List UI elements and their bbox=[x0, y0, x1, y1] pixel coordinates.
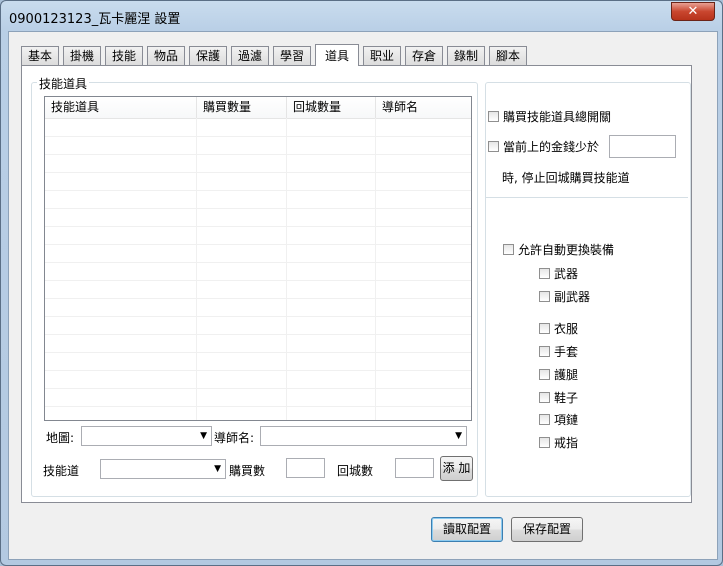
skill-item-label: 技能道 bbox=[43, 464, 80, 478]
mentor-label: 導師名: bbox=[214, 431, 255, 445]
equip-shoes-checkbox[interactable]: 鞋子 bbox=[539, 389, 578, 406]
grid-line bbox=[45, 154, 471, 155]
checkbox-box bbox=[539, 346, 550, 357]
grid-line bbox=[45, 316, 471, 317]
equip-ring-checkbox[interactable]: 戒指 bbox=[539, 434, 578, 451]
equip-clothes-checkbox[interactable]: 衣服 bbox=[539, 320, 578, 337]
read-config-button[interactable]: 讀取配置 bbox=[431, 517, 503, 542]
grid-line bbox=[45, 190, 471, 191]
map-select[interactable]: ▼ bbox=[81, 426, 212, 446]
tab-tools[interactable]: 道具 bbox=[315, 44, 359, 66]
master-switch-label: 購買技能道具總開關 bbox=[503, 110, 612, 124]
tab-record[interactable]: 錄制 bbox=[447, 46, 485, 65]
grid-line bbox=[45, 136, 471, 137]
checkbox-box bbox=[539, 291, 550, 302]
column-header-mentor[interactable]: 導師名 bbox=[376, 97, 471, 118]
grid-line bbox=[45, 370, 471, 371]
client-area: 基本 掛機 技能 物品 保護 過濾 學習 道具 职业 存倉 錄制 腳本 技能道具… bbox=[8, 31, 718, 560]
equip-necklace-label: 項鏈 bbox=[554, 413, 579, 427]
equip-leggings-checkbox[interactable]: 護腿 bbox=[539, 366, 578, 383]
return-count-input[interactable] bbox=[395, 458, 434, 478]
buy-count-label: 購買數 bbox=[229, 464, 266, 478]
add-button[interactable]: 添 加 bbox=[440, 456, 473, 481]
tab-items[interactable]: 物品 bbox=[147, 46, 185, 65]
equip-offhand-label: 副武器 bbox=[554, 290, 591, 304]
auto-equip-label: 允許自動更換裝備 bbox=[518, 243, 615, 257]
grid-line bbox=[45, 406, 471, 407]
tab-panel-tools: 技能道具 技能道具 購買數量 回城數量 導師名 地圖: ▼ 導師名: ▼ 技能道… bbox=[21, 65, 692, 503]
equip-gloves-checkbox[interactable]: 手套 bbox=[539, 343, 578, 360]
money-check-label: 當前上的金錢少於 bbox=[503, 140, 600, 154]
equip-weapon-checkbox[interactable]: 武器 bbox=[539, 265, 578, 282]
equip-weapon-label: 武器 bbox=[554, 267, 579, 281]
window-title: 0900123123_瓦卡麗涅 設置 bbox=[9, 12, 181, 27]
grid-line bbox=[45, 172, 471, 173]
grid-line bbox=[375, 118, 376, 420]
checkbox-box bbox=[539, 414, 550, 425]
auto-equip-checkbox[interactable]: 允許自動更換裝備 bbox=[503, 241, 614, 258]
close-icon: ✕ bbox=[687, 4, 699, 19]
money-check-checkbox[interactable]: 當前上的金錢少於 bbox=[488, 138, 599, 155]
column-header-buy-count[interactable]: 購買數量 bbox=[197, 97, 287, 118]
equip-ring-label: 戒指 bbox=[554, 436, 579, 450]
equip-offhand-checkbox[interactable]: 副武器 bbox=[539, 288, 590, 305]
tab-learning[interactable]: 學習 bbox=[273, 46, 311, 65]
checkbox-box bbox=[539, 437, 550, 448]
checkbox-box bbox=[539, 392, 550, 403]
tab-storage[interactable]: 存倉 bbox=[405, 46, 443, 65]
chevron-down-icon: ▼ bbox=[214, 464, 221, 474]
checkbox-box bbox=[503, 244, 514, 255]
tab-protection[interactable]: 保護 bbox=[189, 46, 227, 65]
equip-gloves-label: 手套 bbox=[554, 345, 579, 359]
map-label: 地圖: bbox=[46, 431, 75, 445]
skill-items-group-title: 技能道具 bbox=[37, 75, 90, 92]
checkbox-box bbox=[539, 323, 550, 334]
tab-skills[interactable]: 技能 bbox=[105, 46, 143, 65]
grid-line bbox=[45, 298, 471, 299]
equip-clothes-label: 衣服 bbox=[554, 322, 579, 336]
grid-line bbox=[45, 226, 471, 227]
checkbox-box bbox=[539, 268, 550, 279]
grid-line bbox=[45, 334, 471, 335]
close-button[interactable]: ✕ bbox=[671, 2, 715, 21]
grid-line bbox=[45, 280, 471, 281]
tab-idle[interactable]: 掛機 bbox=[63, 46, 101, 65]
list-header: 技能道具 購買數量 回城數量 導師名 bbox=[45, 97, 471, 119]
buy-count-input[interactable] bbox=[286, 458, 325, 478]
divider bbox=[486, 197, 688, 198]
grid-line bbox=[45, 352, 471, 353]
grid-line bbox=[45, 388, 471, 389]
settings-window: 0900123123_瓦卡麗涅 設置 ✕ 基本 掛機 技能 物品 保護 過濾 學… bbox=[0, 0, 723, 566]
grid-line bbox=[286, 118, 287, 420]
money-threshold-input[interactable] bbox=[609, 135, 676, 158]
title-bar[interactable]: 0900123123_瓦卡麗涅 設置 ✕ bbox=[1, 1, 722, 31]
master-switch-checkbox[interactable]: 購買技能道具總開關 bbox=[488, 108, 611, 125]
tab-script[interactable]: 腳本 bbox=[489, 46, 527, 65]
skill-item-select[interactable]: ▼ bbox=[100, 459, 226, 479]
tab-profession[interactable]: 职业 bbox=[363, 46, 401, 65]
checkbox-box bbox=[539, 369, 550, 380]
tab-basic[interactable]: 基本 bbox=[21, 46, 59, 65]
tab-filter[interactable]: 過濾 bbox=[231, 46, 269, 65]
skill-items-list[interactable]: 技能道具 購買數量 回城數量 導師名 bbox=[44, 96, 472, 421]
grid-line bbox=[45, 244, 471, 245]
equip-shoes-label: 鞋子 bbox=[554, 391, 579, 405]
equip-leggings-label: 護腿 bbox=[554, 368, 579, 382]
chevron-down-icon: ▼ bbox=[200, 431, 207, 441]
mentor-select[interactable]: ▼ bbox=[260, 426, 467, 446]
checkbox-box bbox=[488, 141, 499, 152]
grid-line bbox=[45, 262, 471, 263]
checkbox-box bbox=[488, 111, 499, 122]
grid-line bbox=[196, 118, 197, 420]
column-header-skill-item[interactable]: 技能道具 bbox=[45, 97, 197, 118]
save-config-button[interactable]: 保存配置 bbox=[511, 517, 583, 542]
column-header-return-count[interactable]: 回城數量 bbox=[287, 97, 376, 118]
chevron-down-icon: ▼ bbox=[455, 431, 462, 441]
grid-line bbox=[45, 208, 471, 209]
money-suffix-text: 時, 停止回城購買技能道 bbox=[502, 171, 630, 185]
equip-necklace-checkbox[interactable]: 項鏈 bbox=[539, 411, 578, 428]
return-count-label: 回城數 bbox=[337, 464, 374, 478]
